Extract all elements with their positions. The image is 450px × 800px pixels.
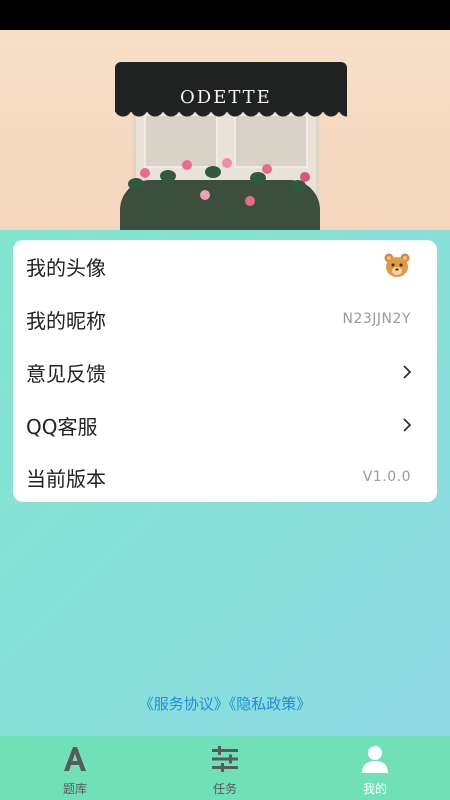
tab-question-bank[interactable]: 题库 [0,736,150,800]
privacy-policy-link[interactable]: 《隐私政策》 [229,695,312,713]
sliders-icon [212,746,238,772]
row-label: 当前版本 [26,466,106,491]
profile-banner-image: ODETTE [0,30,450,230]
status-bar [0,0,450,30]
row-label: 意见反馈 [26,361,106,386]
agreement-links: 《服务协议》《隐私政策》 [0,693,450,714]
chevron-right-icon [403,365,412,379]
bottom-nav: 题库 任务 我的 [0,736,450,800]
bear-avatar-icon [384,253,410,277]
row-version[interactable]: 当前版本 V1.0.0 [13,451,437,503]
tab-label: 我的 [362,782,387,796]
row-nickname[interactable]: 我的昵称 N23JJN2Y [13,293,437,345]
settings-card: 我的头像 我的昵称 N23JJN2Y 意见反馈 QQ客服 当前版本 V1.0.0 [13,240,437,502]
tab-tasks[interactable]: 任务 [150,736,300,800]
nickname-value: N23JJN2Y [342,311,411,327]
person-icon [362,746,388,773]
tab-mine[interactable]: 我的 [300,736,450,800]
service-agreement-link[interactable]: 《服务协议》 [139,695,229,713]
version-value: V1.0.0 [362,469,411,485]
row-label: 我的头像 [26,255,106,280]
row-label: QQ客服 [26,414,98,439]
letter-a-icon [64,747,86,771]
chevron-right-icon [403,418,412,432]
row-avatar[interactable]: 我的头像 [13,240,437,292]
tab-label: 题库 [62,782,87,796]
row-qq-service[interactable]: QQ客服 [13,399,437,451]
row-label: 我的昵称 [26,308,106,333]
row-feedback[interactable]: 意见反馈 [13,346,437,398]
awning-sign: ODETTE [180,87,272,108]
tab-label: 任务 [212,782,237,796]
